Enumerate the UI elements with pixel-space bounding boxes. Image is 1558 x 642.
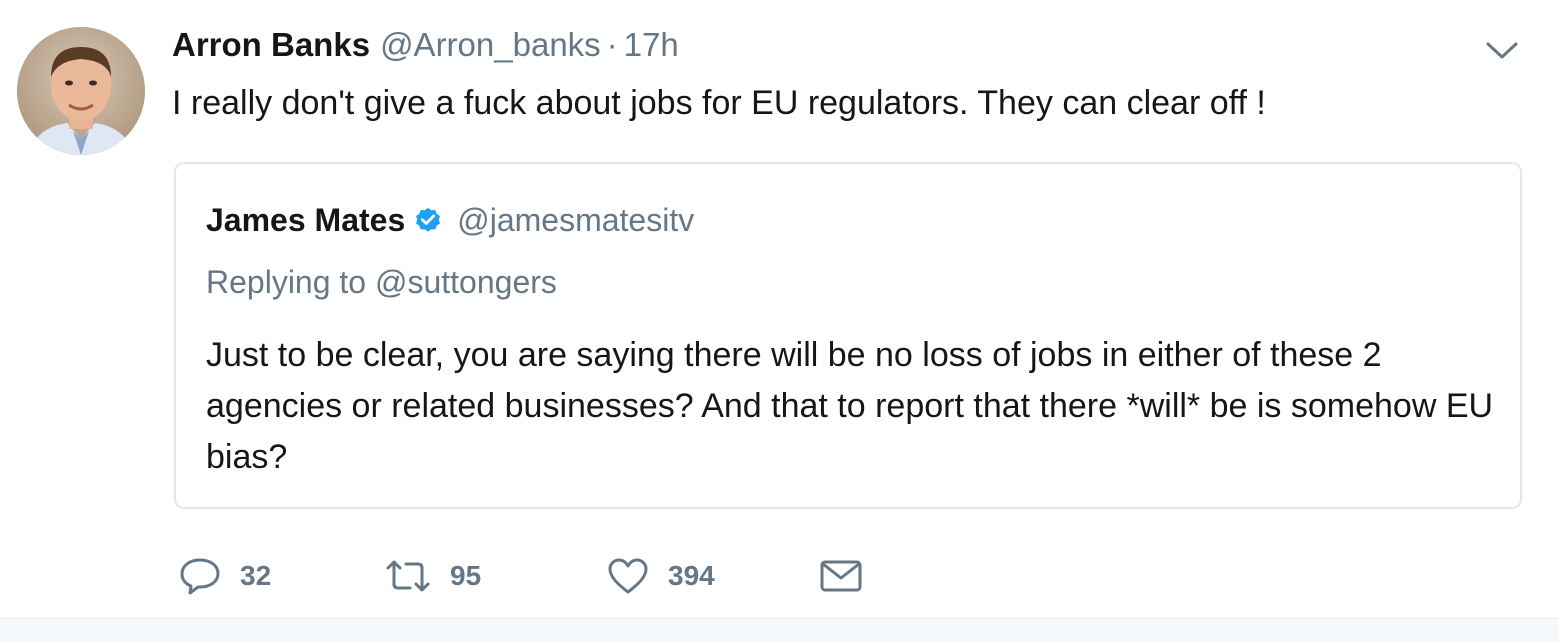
tweet-header: Arron Banks @Arron_banks · 17h <box>172 26 679 70</box>
reply-button[interactable]: 32 <box>178 552 271 600</box>
quoted-tweet[interactable]: James Mates @jamesmatesitv Replying to @… <box>174 162 1522 509</box>
tweet-timestamp[interactable]: 17h <box>624 26 679 64</box>
quoted-tweet-text: Just to be clear, you are saying there w… <box>206 336 1494 476</box>
author-avatar[interactable] <box>17 27 145 155</box>
author-handle[interactable]: @Arron_banks <box>380 26 601 64</box>
heart-icon <box>608 558 648 594</box>
like-count: 394 <box>668 560 715 591</box>
like-button[interactable]: 394 <box>606 552 715 600</box>
retweet-count: 95 <box>450 560 482 591</box>
direct-message-button[interactable] <box>818 552 864 600</box>
quoted-tweet-header: James Mates @jamesmatesitv <box>206 202 694 239</box>
author-name[interactable]: Arron Banks <box>172 26 370 64</box>
chevron-down-icon <box>1486 42 1518 59</box>
reply-context: Replying to @suttongers <box>206 264 557 300</box>
retweet-icon <box>386 560 430 592</box>
separator-dot: · <box>606 26 618 63</box>
reply-count: 32 <box>240 560 272 591</box>
envelope-icon <box>820 560 862 592</box>
timeline-divider <box>0 618 1558 642</box>
tweet-text: I really don't give a fuck about jobs fo… <box>172 84 1266 122</box>
quoted-author-name: James Mates <box>206 202 406 238</box>
verified-badge-icon <box>416 207 441 232</box>
tweet[interactable]: Arron Banks @Arron_banks · 17h I really … <box>0 0 1558 618</box>
more-options-button[interactable] <box>1482 38 1522 64</box>
quoted-author-handle: @jamesmatesitv <box>457 202 695 238</box>
reply-icon <box>180 558 220 595</box>
retweet-button[interactable]: 95 <box>384 552 481 600</box>
user-photo-avatar-icon <box>17 27 145 155</box>
